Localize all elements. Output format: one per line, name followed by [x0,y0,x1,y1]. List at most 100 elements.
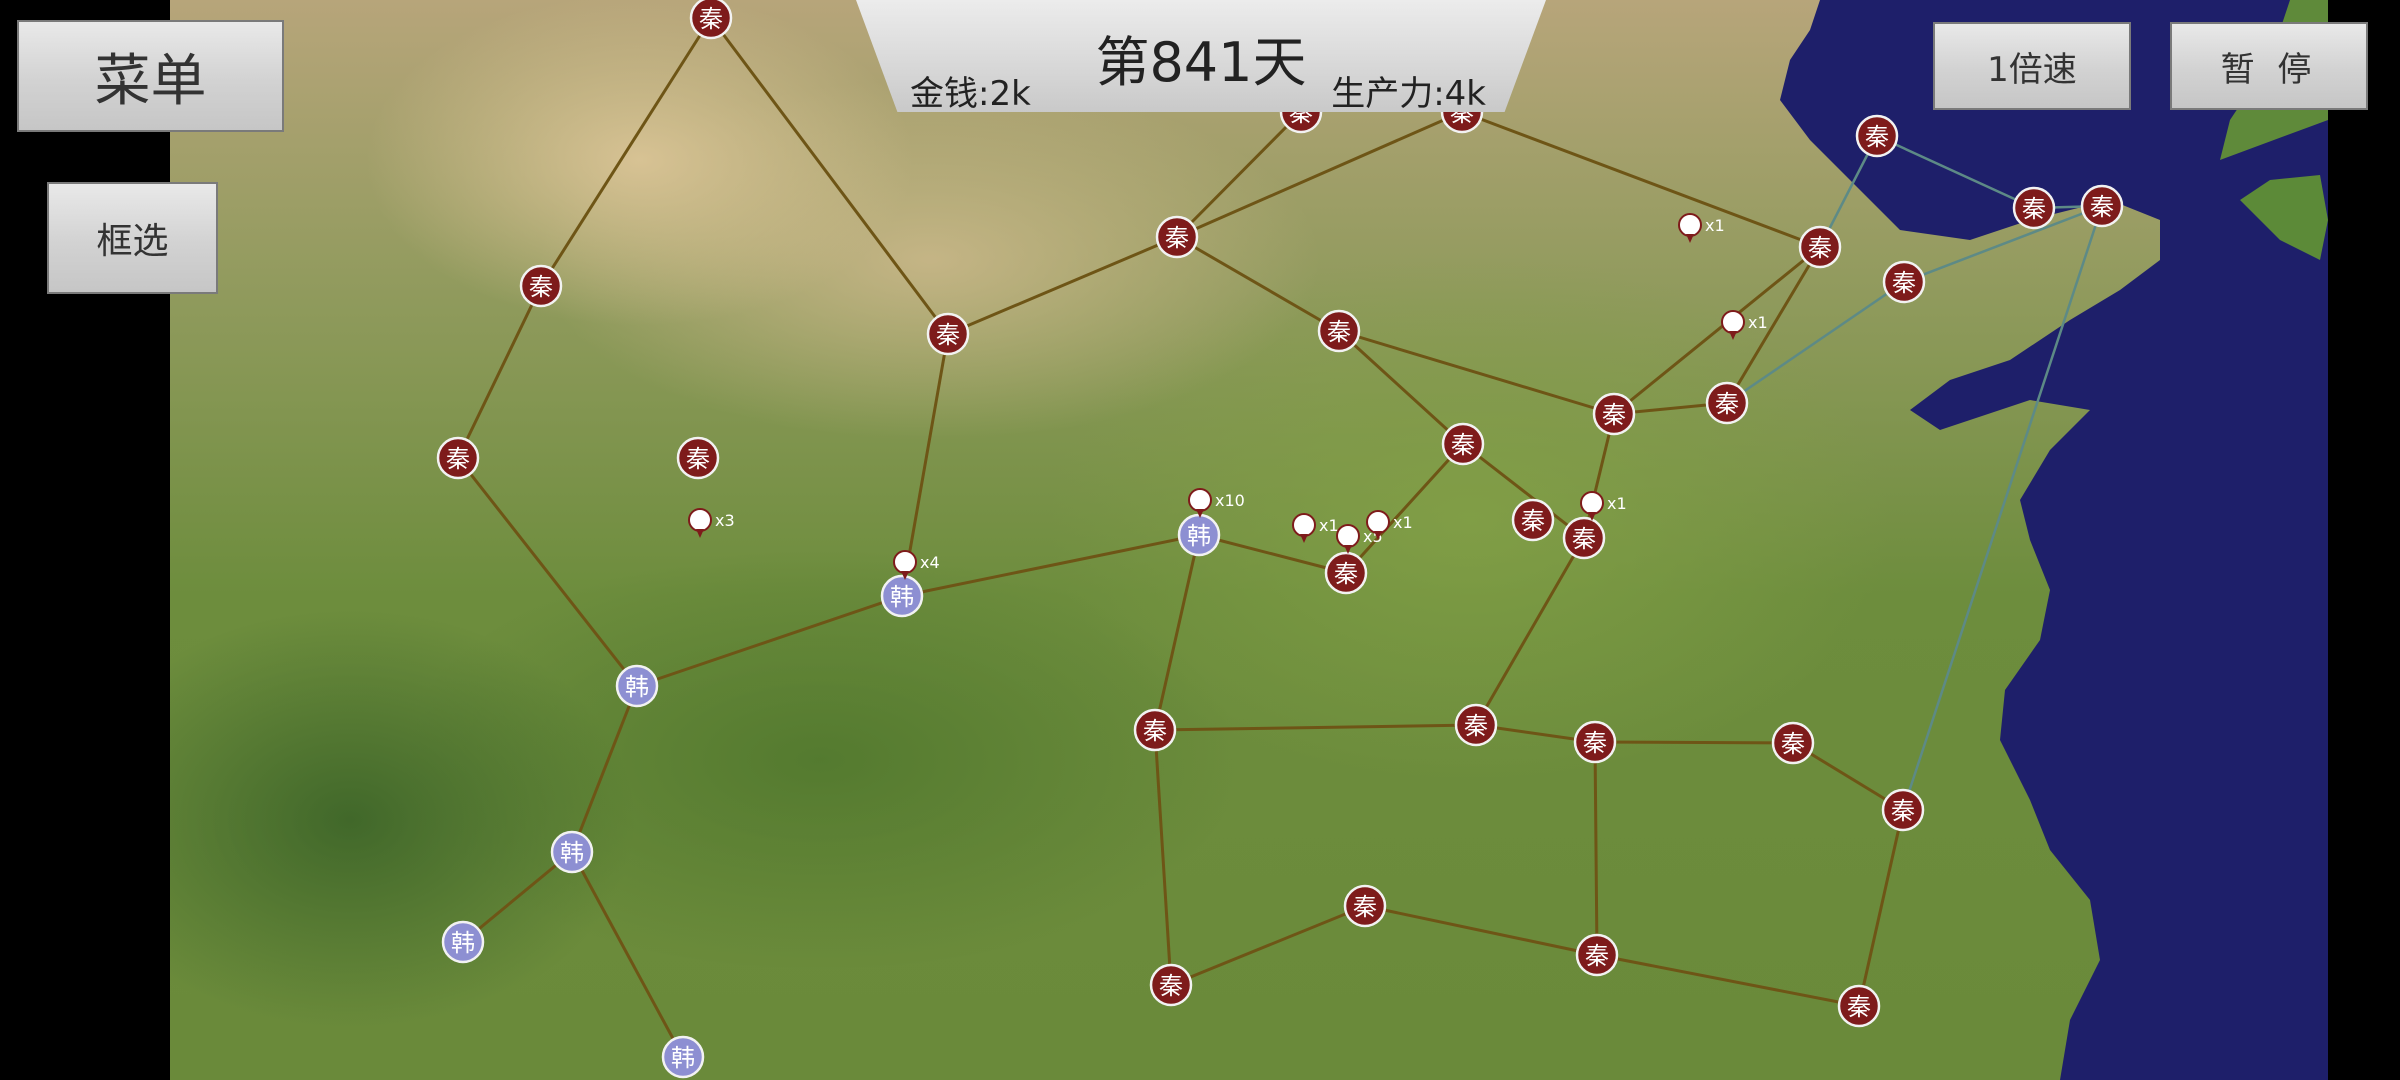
qin-city-marker[interactable]: 秦 [1573,720,1617,764]
qin-city-marker[interactable]: 秦 [1324,551,1368,595]
unit-count: x1 [1748,313,1768,332]
city-faction-label: 秦 [2090,193,2114,221]
city-faction-label: 秦 [699,5,723,33]
road-line [947,235,1178,336]
road-line [456,285,543,459]
unit-pin [1678,213,1702,237]
qin-city-marker[interactable]: 秦 [2012,186,2056,230]
city-faction-label: 秦 [1327,318,1351,346]
qin-city-marker[interactable]: 秦 [1133,708,1177,752]
qin-city-marker[interactable]: 秦 [519,264,563,308]
qin-city-marker[interactable]: 秦 [1149,963,1193,1007]
status-panel: 第841天 金钱:2k 生产力:4k [856,0,1546,114]
qin-city-marker[interactable]: 秦 [1155,215,1199,259]
qin-city-marker[interactable]: 秦 [2080,184,2124,228]
speed-button[interactable]: 1倍速 [1933,22,2131,110]
unit-pin [1721,310,1745,334]
city-faction-label: 秦 [1602,401,1626,429]
world-map[interactable]: 秦秦秦秦秦秦秦秦秦秦秦秦秦秦秦秦秦秦秦秦秦秦秦秦秦秦秦秦秦韩韩韩韩韩韩 x3 x4… [170,0,2328,1080]
gold-counter: 金钱:2k [910,74,1031,114]
city-faction-label: 秦 [2022,195,2046,223]
city-faction-label: 秦 [1715,390,1739,418]
qin-city-marker[interactable]: 秦 [676,436,720,480]
road-line [1594,740,1794,745]
han-city-marker[interactable]: 韩 [441,920,485,964]
road-line [901,533,1200,598]
qin-city-marker[interactable]: 秦 [1575,933,1619,977]
city-faction-label: 秦 [1353,893,1377,921]
city-faction-label: 秦 [1451,431,1475,459]
han-city-marker[interactable]: 韩 [615,664,659,708]
game-screen: 秦秦秦秦秦秦秦秦秦秦秦秦秦秦秦秦秦秦秦秦秦秦秦秦秦秦秦秦秦韩韩韩韩韩韩 x3 x4… [0,0,2400,1080]
city-faction-label: 秦 [1165,224,1189,252]
qin-city-marker[interactable]: 秦 [1837,984,1881,1028]
sea [1780,0,2328,1080]
city-faction-label: 韩 [625,673,649,701]
pause-button[interactable]: 暂 停 [2170,22,2368,110]
unit-count: x1 [1319,516,1339,535]
han-city-marker[interactable]: 韩 [550,830,594,874]
unit-pin [688,508,712,532]
road-line [1344,442,1465,575]
production-counter: 生产力:4k [1331,74,1486,114]
city-faction-label: 秦 [1334,560,1358,588]
qin-city-marker[interactable]: 秦 [1592,392,1636,436]
qin-city-marker[interactable]: 秦 [1798,225,1842,269]
unit-pin-tail [1686,234,1694,243]
city-faction-label: 秦 [1521,507,1545,535]
han-city-marker[interactable]: 韩 [880,574,924,618]
city-faction-label: 秦 [1808,234,1832,262]
road-line [1170,904,1366,987]
qin-city-marker[interactable]: 秦 [689,0,733,40]
city-faction-label: 韩 [1187,522,1211,550]
city-faction-label: 秦 [1572,525,1596,553]
qin-city-marker[interactable]: 秦 [926,312,970,356]
road-line [1593,741,1599,956]
city-faction-label: 秦 [1159,972,1183,1000]
qin-city-marker[interactable]: 秦 [1511,498,1555,542]
qin-city-marker[interactable]: 秦 [1454,703,1498,747]
qin-city-marker[interactable]: 秦 [1317,309,1361,353]
city-faction-label: 秦 [1143,717,1167,745]
unit-count: x3 [715,511,735,530]
unit-flag-icon[interactable]: x1 [1292,513,1339,543]
unit-pin-tail [1729,331,1737,340]
han-city-marker[interactable]: 韩 [661,1035,705,1079]
map-overlay[interactable]: 秦秦秦秦秦秦秦秦秦秦秦秦秦秦秦秦秦秦秦秦秦秦秦秦秦秦 秦秦 秦韩韩韩韩韩韩 x3x4… [170,0,2328,1080]
unit-pin-tail [1300,534,1308,543]
city-faction-label: 秦 [1891,797,1915,825]
qin-city-marker[interactable]: 秦 [1343,884,1387,928]
road-line [1461,110,1821,249]
road-line [1337,329,1465,446]
unit-flag-icon[interactable]: x3 [688,508,735,538]
city-faction-label: 韩 [671,1044,695,1072]
unit-pin [893,550,917,574]
unit-count: x4 [920,553,940,572]
unit-flag-icon[interactable]: x10 [1188,488,1245,518]
qin-city-marker[interactable]: 秦 [1771,721,1815,765]
road-line [1364,904,1598,957]
qin-city-marker[interactable]: 秦 [1441,422,1485,466]
menu-button[interactable]: 菜单 [17,20,284,132]
qin-city-marker[interactable]: 秦 [1881,788,1925,832]
qin-city-marker[interactable]: 秦 [1882,260,1926,304]
city-faction-label: 秦 [1847,993,1871,1021]
qin-city-marker[interactable]: 秦 [436,436,480,480]
city-faction-label: 秦 [936,321,960,349]
han-city-marker[interactable]: 韩 [1177,513,1221,557]
unit-pin [1580,491,1604,515]
road-line [1153,534,1201,731]
city-faction-label: 秦 [1781,730,1805,758]
unit-flag-icon[interactable]: x1 [1721,310,1768,340]
qin-city-marker[interactable]: 秦 [1705,381,1749,425]
unit-count: x1 [1705,216,1725,235]
qin-city-marker[interactable]: 秦 [1562,516,1606,560]
qin-city-marker[interactable]: 秦 [1855,114,1899,158]
road-line [1198,533,1347,575]
city-faction-label: 韩 [890,583,914,611]
unit-flag-icon[interactable]: x1 [1678,213,1725,243]
box-select-button[interactable]: 框选 [47,182,218,294]
unit-pin [1292,513,1316,537]
unit-pin [1336,524,1360,548]
road-line [1175,110,1303,239]
